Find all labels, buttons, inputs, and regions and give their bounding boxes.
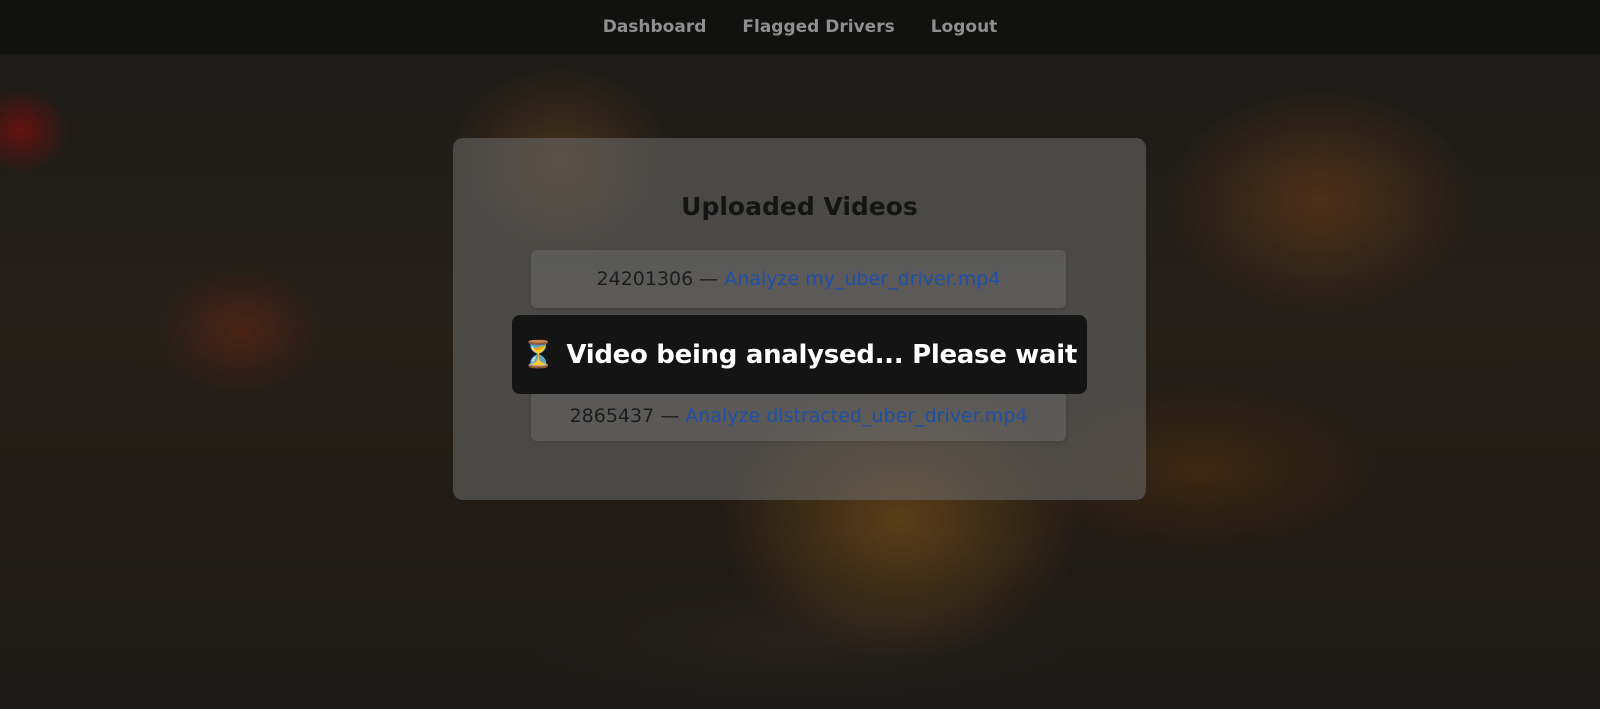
- nav-dashboard-link[interactable]: Dashboard: [603, 17, 707, 37]
- page-title: Uploaded Videos: [681, 192, 918, 221]
- video-list-item: 2865437 — Analyze distracted_uber_driver…: [531, 391, 1066, 441]
- analyze-video-link[interactable]: Analyze distracted_uber_driver.mp4: [685, 405, 1027, 427]
- video-list-item: 24201306 — Analyze my_uber_driver.mp4: [531, 250, 1066, 308]
- hourglass-icon: ⏳: [521, 339, 555, 370]
- video-separator: —: [693, 268, 725, 290]
- top-navbar: Dashboard Flagged Drivers Logout: [0, 0, 1600, 54]
- nav-flagged-drivers-link[interactable]: Flagged Drivers: [742, 17, 894, 37]
- analysis-progress-toast: ⏳ Video being analysed... Please wait: [512, 315, 1087, 394]
- video-id: 2865437: [569, 405, 655, 427]
- video-separator: —: [654, 405, 686, 427]
- analyze-video-link[interactable]: Analyze my_uber_driver.mp4: [724, 268, 1000, 290]
- nav-logout-link[interactable]: Logout: [931, 17, 998, 37]
- video-id: 24201306: [596, 268, 694, 290]
- toast-message: Video being analysed... Please wait: [566, 339, 1078, 370]
